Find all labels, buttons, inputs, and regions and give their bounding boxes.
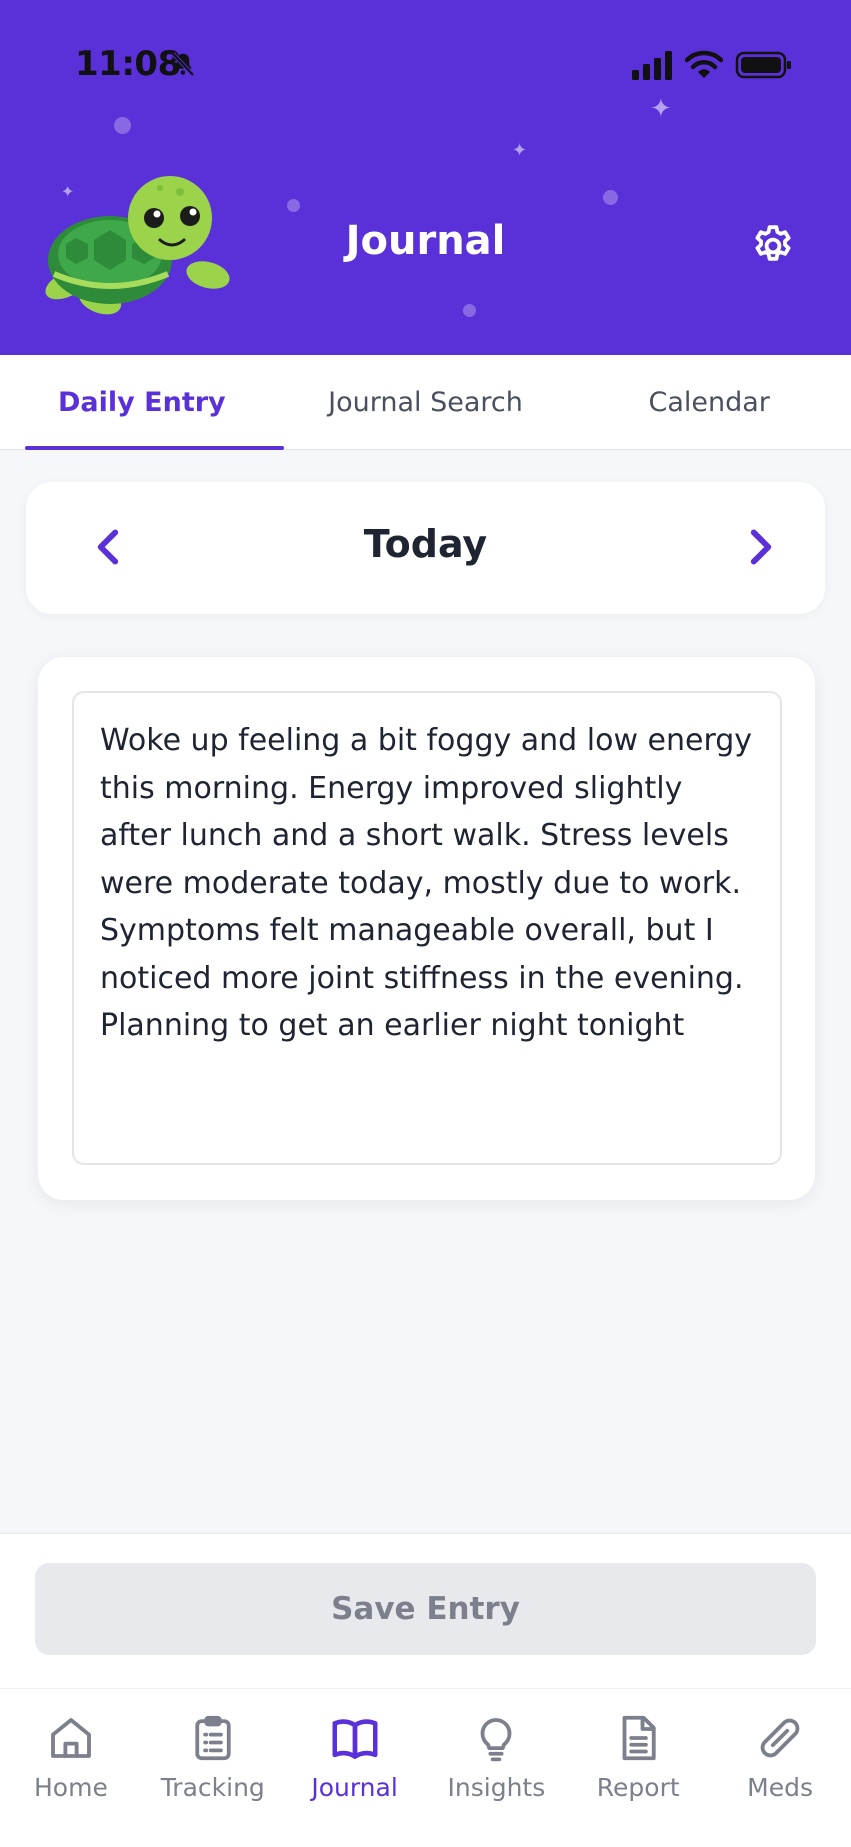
date-label: Today: [363, 522, 488, 566]
status-time: 11:08: [75, 44, 181, 84]
tab-journal-search[interactable]: Journal Search: [284, 355, 568, 449]
nav-label: Tracking: [160, 1773, 265, 1802]
nav-label: Journal: [311, 1773, 398, 1802]
nav-label: Home: [34, 1773, 108, 1802]
app-header: 11:08 ✦ ✦ ✦ Journal: [0, 0, 851, 355]
wifi-icon: [685, 50, 723, 78]
status-icons: [631, 50, 793, 80]
pill-icon: [760, 1718, 800, 1758]
decor-dot: [603, 190, 618, 205]
signal-icon: [632, 51, 672, 80]
lightbulb-icon: [480, 1718, 512, 1762]
nav-home[interactable]: Home: [0, 1689, 142, 1847]
decor-dot: [114, 117, 131, 134]
nav-tracking[interactable]: Tracking: [142, 1689, 284, 1847]
nav-meds[interactable]: Meds: [709, 1689, 851, 1847]
gear-icon[interactable]: [749, 222, 797, 270]
clipboard-icon: [195, 1715, 231, 1761]
journal-entry-textarea[interactable]: Woke up feeling a bit foggy and low ener…: [72, 691, 782, 1165]
chevron-right-icon[interactable]: [735, 522, 785, 572]
decor-dot: [287, 199, 300, 212]
home-icon: [50, 1718, 91, 1758]
nav-label: Report: [596, 1773, 680, 1802]
bottom-navigation: Home Tracking Journal Insights Report Me…: [0, 1688, 851, 1847]
tab-daily-entry[interactable]: Daily Entry: [0, 355, 284, 450]
sparkle-icon: ✦: [512, 140, 528, 161]
decor-dot: [463, 304, 476, 317]
battery-icon: [735, 51, 791, 79]
nav-report[interactable]: Report: [567, 1689, 709, 1847]
journal-tabs: Daily Entry Journal Search Calendar: [0, 355, 851, 450]
nav-label: Insights: [447, 1773, 546, 1802]
sparkle-icon: ✦: [650, 94, 672, 124]
page-title: Journal: [345, 218, 506, 264]
save-bar: Save Entry: [0, 1533, 851, 1688]
document-icon: [622, 1715, 656, 1761]
nav-label: Meds: [747, 1773, 813, 1802]
save-entry-button[interactable]: Save Entry: [35, 1563, 816, 1655]
silent-bell-icon: [171, 52, 195, 77]
entry-card: Woke up feeling a bit foggy and low ener…: [38, 657, 815, 1200]
nav-journal[interactable]: Journal: [284, 1689, 426, 1847]
tab-calendar[interactable]: Calendar: [567, 355, 851, 449]
date-navigator: Today: [26, 482, 825, 614]
nav-insights[interactable]: Insights: [425, 1689, 567, 1847]
book-icon: [332, 1719, 378, 1759]
